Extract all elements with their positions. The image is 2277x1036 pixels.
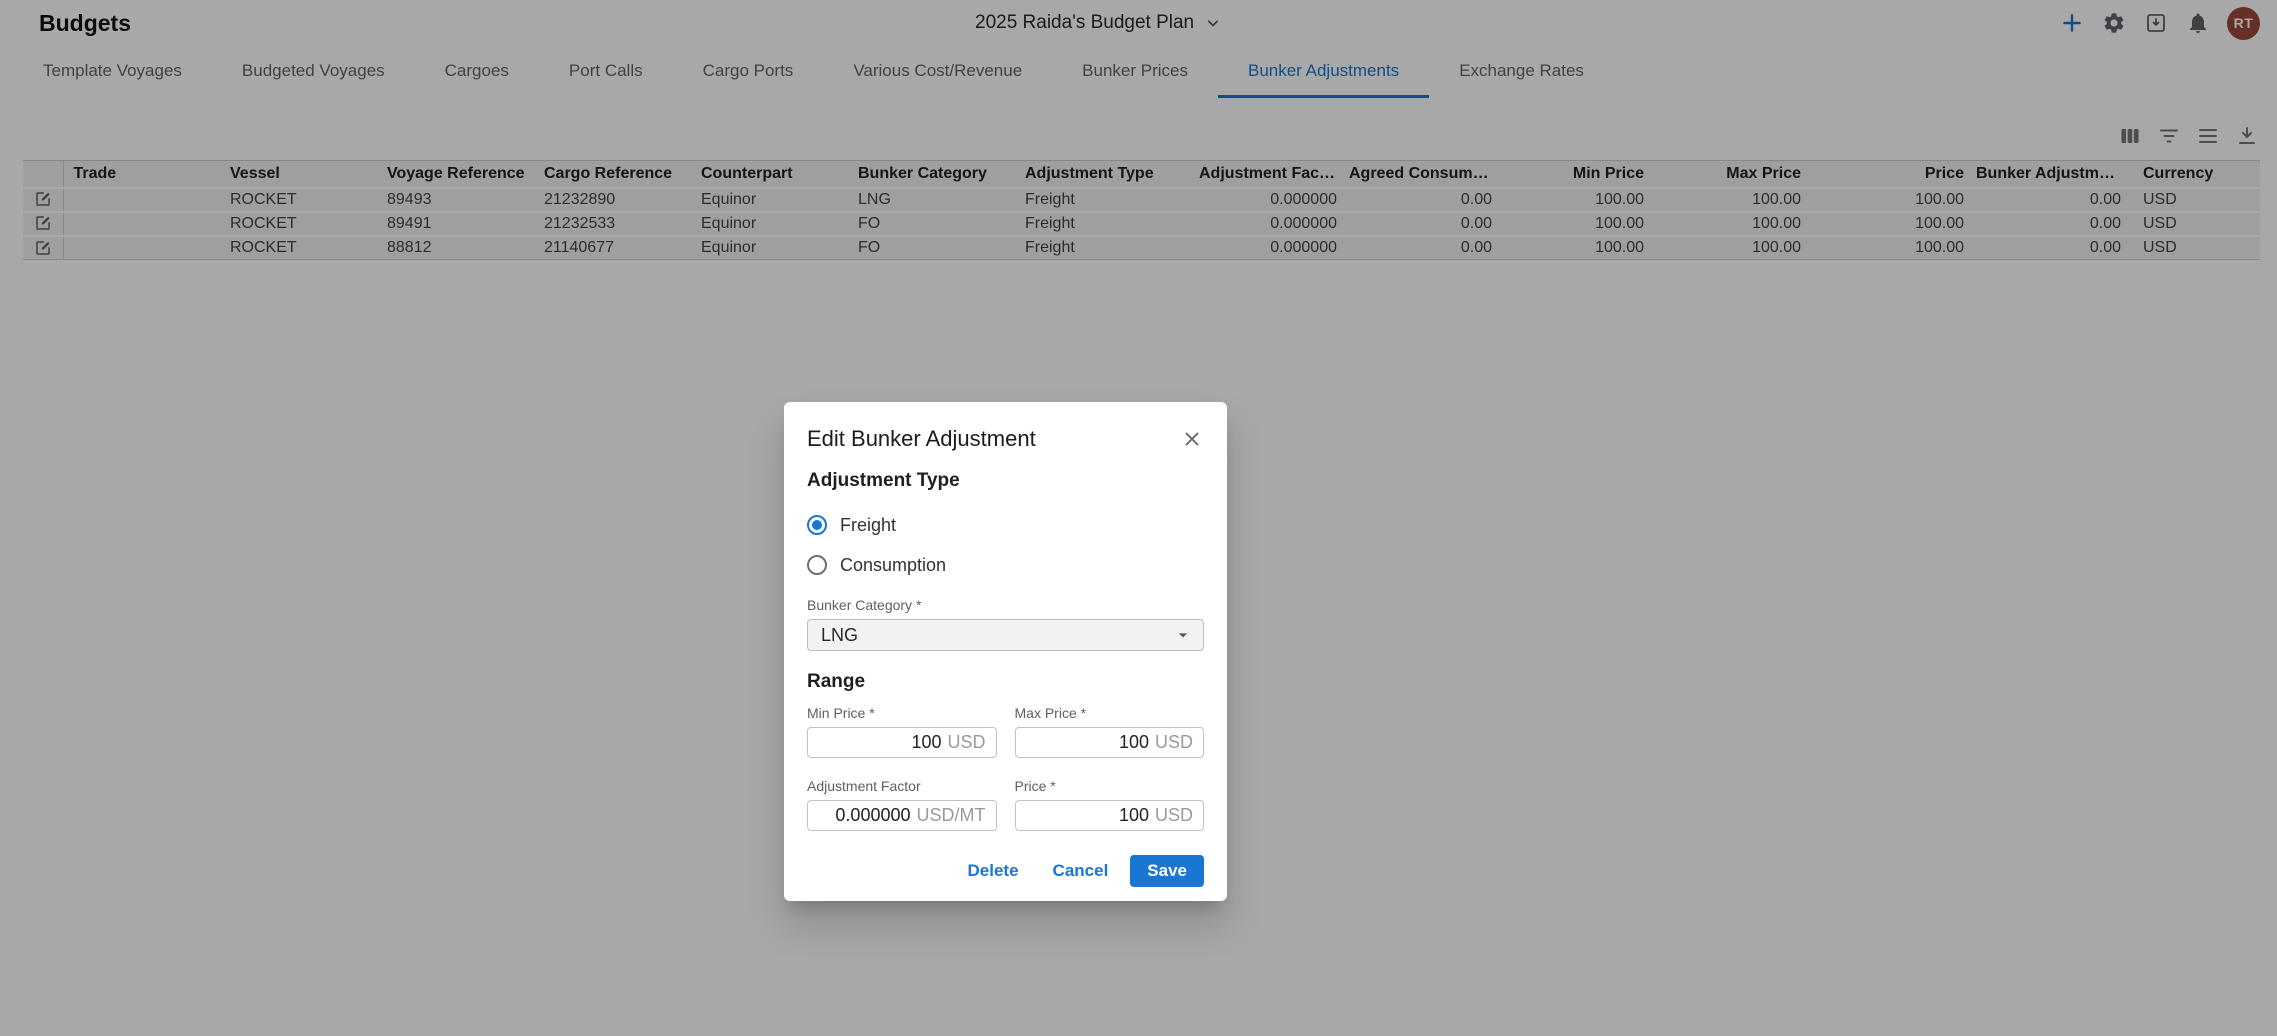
field-value: 100 <box>911 732 941 753</box>
adjustment-factor-label: Adjustment Factor <box>807 778 997 794</box>
field-value: 100 <box>1119 732 1149 753</box>
dialog-actions: Delete Cancel Save <box>807 855 1204 887</box>
min-price-label: Min Price * <box>807 705 997 721</box>
dialog-header: Edit Bunker Adjustment <box>807 426 1204 452</box>
field-value: 0.000000 <box>835 805 910 826</box>
bunker-category-label: Bunker Category * <box>807 597 1204 613</box>
min-price-field-group: Min Price * 100 USD <box>807 705 997 758</box>
max-price-field-group: Max Price * 100 USD <box>1015 705 1205 758</box>
radio-button-icon <box>807 515 827 535</box>
close-icon <box>1181 428 1203 450</box>
radio-label: Freight <box>840 515 896 536</box>
dialog-title: Edit Bunker Adjustment <box>807 426 1036 452</box>
bunker-category-select[interactable]: LNG <box>807 619 1204 651</box>
close-dialog-button[interactable] <box>1180 427 1204 451</box>
radio-label: Consumption <box>840 555 946 576</box>
field-suffix: USD <box>947 732 985 753</box>
max-price-label: Max Price * <box>1015 705 1205 721</box>
adjustment-type-section-label: Adjustment Type <box>807 470 1204 492</box>
price-input[interactable]: 100 USD <box>1015 800 1205 831</box>
delete-button[interactable]: Delete <box>956 855 1031 887</box>
edit-bunker-adjustment-dialog: Edit Bunker Adjustment Adjustment Type F… <box>784 402 1227 901</box>
min-price-input[interactable]: 100 USD <box>807 727 997 758</box>
field-value: 100 <box>1119 805 1149 826</box>
adjustment-type-radio-group: Freight Consumption <box>807 505 1204 585</box>
radio-consumption[interactable]: Consumption <box>807 545 1204 585</box>
price-label: Price * <box>1015 778 1205 794</box>
adjustment-factor-field-group: Adjustment Factor 0.000000 USD/MT <box>807 778 997 831</box>
cancel-button[interactable]: Cancel <box>1041 855 1121 887</box>
chevron-down-icon <box>1173 625 1193 645</box>
price-field-group: Price * 100 USD <box>1015 778 1205 831</box>
save-button[interactable]: Save <box>1130 855 1204 887</box>
radio-freight[interactable]: Freight <box>807 505 1204 545</box>
radio-button-icon <box>807 555 827 575</box>
max-price-input[interactable]: 100 USD <box>1015 727 1205 758</box>
field-suffix: USD <box>1155 732 1193 753</box>
range-section-label: Range <box>807 671 1204 693</box>
range-fields: Min Price * 100 USD Max Price * 100 USD … <box>807 705 1204 831</box>
field-suffix: USD <box>1155 805 1193 826</box>
field-suffix: USD/MT <box>917 805 986 826</box>
adjustment-factor-input[interactable]: 0.000000 USD/MT <box>807 800 997 831</box>
bunker-category-value: LNG <box>821 625 858 646</box>
